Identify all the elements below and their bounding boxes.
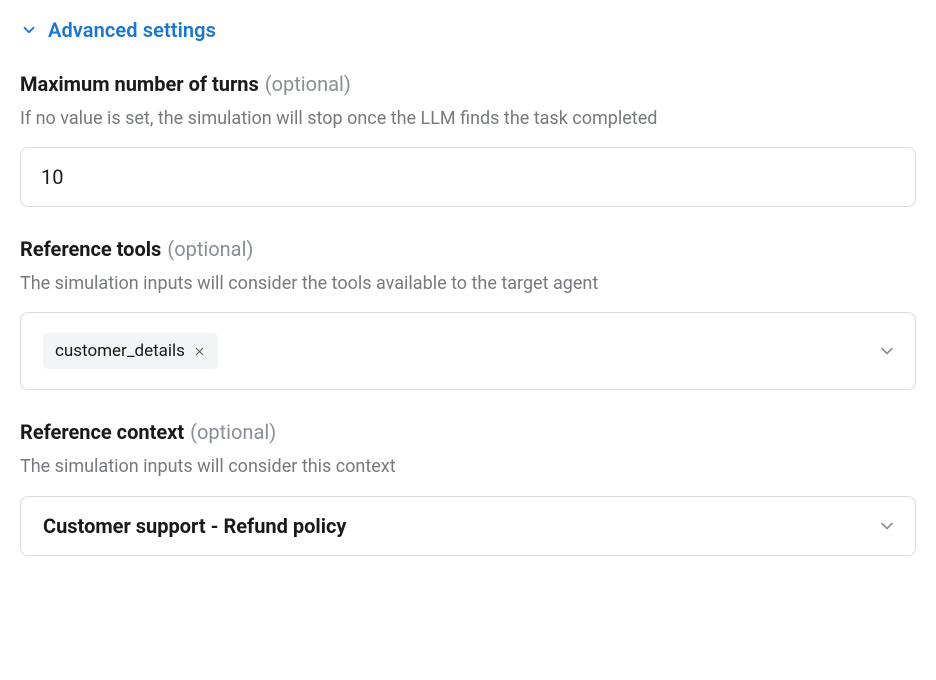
reference-context-label-row: Reference context (optional) bbox=[20, 420, 916, 444]
max-turns-optional: (optional) bbox=[265, 72, 351, 96]
max-turns-helper: If no value is set, the simulation will … bbox=[20, 106, 916, 131]
advanced-settings-header[interactable]: Advanced settings bbox=[20, 18, 916, 42]
reference-context-select[interactable]: Customer support - Refund policy bbox=[20, 496, 916, 556]
reference-tools-helper: The simulation inputs will consider the … bbox=[20, 271, 916, 296]
chevron-down-icon bbox=[20, 21, 38, 39]
close-icon[interactable] bbox=[193, 345, 206, 358]
reference-context-selected: Customer support - Refund policy bbox=[43, 514, 346, 538]
chevron-down-icon[interactable] bbox=[877, 516, 897, 536]
max-turns-input[interactable] bbox=[20, 147, 916, 207]
reference-context-section: Reference context (optional) The simulat… bbox=[20, 420, 916, 555]
max-turns-section: Maximum number of turns (optional) If no… bbox=[20, 72, 916, 207]
chevron-down-icon[interactable] bbox=[877, 341, 897, 361]
reference-tools-optional: (optional) bbox=[167, 237, 253, 261]
max-turns-label-row: Maximum number of turns (optional) bbox=[20, 72, 916, 96]
reference-tools-label-row: Reference tools (optional) bbox=[20, 237, 916, 261]
reference-tools-select[interactable]: customer_details bbox=[20, 312, 916, 390]
reference-context-label: Reference context bbox=[20, 420, 184, 444]
reference-tools-label: Reference tools bbox=[20, 237, 161, 261]
tool-tag-label: customer_details bbox=[55, 341, 185, 361]
max-turns-label: Maximum number of turns bbox=[20, 72, 259, 96]
reference-context-optional: (optional) bbox=[190, 420, 276, 444]
reference-context-helper: The simulation inputs will consider this… bbox=[20, 454, 916, 479]
advanced-settings-title: Advanced settings bbox=[48, 18, 216, 42]
tool-tag: customer_details bbox=[43, 333, 218, 369]
reference-tools-section: Reference tools (optional) The simulatio… bbox=[20, 237, 916, 390]
